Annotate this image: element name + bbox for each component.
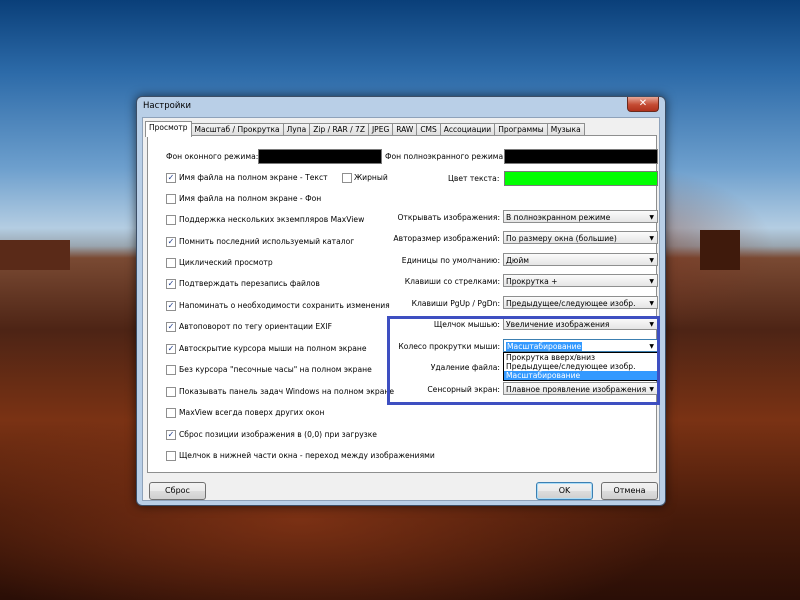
combo-label-3: Единицы по умолчанию:	[401, 256, 500, 265]
fullscreen-bg-label: Фон полноэкранного режима:	[385, 152, 506, 161]
option-checkbox-4[interactable]: ✓	[166, 237, 176, 247]
option-checkbox-7[interactable]: ✓	[166, 301, 176, 311]
option-label-12: MaxView всегда поверх других окон	[179, 408, 325, 417]
chevron-down-icon: ▼	[649, 257, 654, 264]
option-checkbox-3[interactable]	[166, 215, 176, 225]
combo-label-8: Удаление файла:	[430, 363, 500, 372]
option-checkbox-9[interactable]: ✓	[166, 344, 176, 354]
option-checkbox-6[interactable]: ✓	[166, 279, 176, 289]
combo-value: Предыдущее/следующее изобр.	[506, 299, 636, 308]
combo-label-5: Клавиши PgUp / PgDn:	[411, 299, 500, 308]
option-label-7: Напоминать о необходимости сохранить изм…	[179, 301, 390, 310]
option-label-1: Имя файла на полном экране - Текст	[179, 173, 328, 182]
combo-value: По размеру окна (большие)	[506, 234, 617, 243]
combo-9[interactable]: Плавное проявление изображения ▼	[503, 382, 658, 395]
bold-checkbox[interactable]	[342, 173, 352, 183]
window-bg-swatch[interactable]	[258, 149, 382, 164]
option-checkbox-11[interactable]	[166, 387, 176, 397]
combo-label-2: Авторазмер изображений:	[393, 234, 500, 243]
combo-label-6: Щелчок мышью:	[433, 320, 500, 329]
combo-value: Масштабирование	[506, 342, 583, 351]
tab-strip: Просмотр Масштаб / Прокрутка Лупа Zip / RAR…	[145, 121, 585, 137]
option-label-8: Автоповорот по тегу ориентации EXIF	[179, 322, 332, 331]
dialog-client: Просмотр Масштаб / Прокрутка Лупа Zip / RAR…	[142, 117, 660, 501]
close-button[interactable]: ✕	[627, 97, 659, 112]
combo-label-7: Колесо прокрутки мыши:	[398, 342, 500, 351]
dropdown-option-3[interactable]: Масштабирование	[504, 371, 659, 380]
combo-1[interactable]: В полноэкранном режиме ▼	[503, 210, 658, 223]
window-title: Настройки	[143, 101, 192, 111]
combo-5[interactable]: Предыдущее/следующее изобр. ▼	[503, 296, 658, 309]
option-label-6: Подтверждать перезапись файлов	[179, 279, 320, 288]
cancel-button[interactable]: Отмена	[601, 482, 658, 500]
chevron-down-icon: ▼	[649, 343, 654, 350]
option-label-4: Помнить последний используемый каталог	[179, 237, 355, 246]
option-label-9: Автоскрытие курсора мыши на полном экран…	[179, 344, 367, 353]
chevron-down-icon: ▼	[649, 321, 654, 328]
option-checkbox-12[interactable]	[166, 408, 176, 418]
combo-3[interactable]: Дюйм ▼	[503, 253, 658, 266]
chevron-down-icon: ▼	[649, 214, 654, 221]
text-color-label: Цвет текста:	[448, 174, 500, 183]
chevron-down-icon: ▼	[649, 278, 654, 285]
option-label-5: Циклический просмотр	[179, 258, 273, 267]
text-color-swatch[interactable]	[504, 171, 658, 186]
combo-label-1: Открывать изображения:	[397, 213, 500, 222]
fullscreen-bg-swatch[interactable]	[504, 149, 658, 164]
option-checkbox-10[interactable]	[166, 365, 176, 375]
ok-button[interactable]: OK	[536, 482, 593, 500]
combo-value: Дюйм	[506, 256, 529, 265]
desktop-mesa-right	[700, 230, 740, 270]
desktop-mesa-left	[0, 240, 70, 270]
tab-panel-view: Фон оконного режима: Фон полноэкранного …	[147, 135, 660, 473]
combo-label-4: Клавиши со стрелками:	[404, 277, 500, 286]
combo-label-9: Сенсорный экран:	[427, 385, 500, 394]
chevron-down-icon: ▼	[649, 300, 654, 307]
option-checkbox-14[interactable]	[166, 451, 176, 461]
settings-dialog: Настройки ✕ Просмотр Масштаб / Прокрутка Л…	[136, 96, 666, 506]
combo-value: Увеличение изображения	[506, 320, 610, 329]
option-label-13: Сброс позиции изображения в (0,0) при за…	[179, 430, 377, 439]
option-label-11: Показывать панель задач Windows на полно…	[179, 387, 394, 396]
combo-6[interactable]: Увеличение изображения ▼	[503, 317, 658, 330]
combo-value: В полноэкранном режиме	[506, 213, 611, 222]
tab-1[interactable]: Просмотр	[145, 121, 192, 137]
option-label-10: Без курсора "песочные часы" на полном эк…	[179, 365, 372, 374]
option-checkbox-13[interactable]: ✓	[166, 430, 176, 440]
chevron-down-icon: ▼	[649, 235, 654, 242]
combo-value: Плавное проявление изображения	[506, 385, 647, 394]
option-label-3: Поддержка нескольких экземпляров MaxView	[179, 215, 365, 224]
dropdown-option-1[interactable]: Прокрутка вверх/вниз	[504, 353, 659, 362]
bold-label: Жирный	[354, 173, 388, 182]
mouse-wheel-dropdown-list: Прокрутка вверх/вниз Предыдущее/следующее…	[503, 352, 660, 381]
option-checkbox-8[interactable]: ✓	[166, 322, 176, 332]
combo-7[interactable]: Масштабирование ▼	[503, 339, 658, 352]
option-label-2: Имя файла на полном экране - Фон	[179, 194, 322, 203]
dropdown-option-2[interactable]: Предыдущее/следующее изобр.	[504, 362, 659, 371]
option-checkbox-2[interactable]	[166, 194, 176, 204]
option-label-14: Щелчок в нижней части окна - переход меж…	[179, 451, 435, 460]
chevron-down-icon: ▼	[649, 386, 654, 393]
combo-value: Прокрутка +	[506, 277, 558, 286]
combo-4[interactable]: Прокрутка + ▼	[503, 274, 658, 287]
option-checkbox-5[interactable]	[166, 258, 176, 268]
title-bar[interactable]: Настройки ✕	[137, 97, 665, 115]
reset-button[interactable]: Сброс	[149, 482, 206, 500]
option-checkbox-1[interactable]: ✓	[166, 173, 176, 183]
window-bg-label: Фон оконного режима:	[166, 152, 259, 161]
combo-2[interactable]: По размеру окна (большие) ▼	[503, 231, 658, 244]
